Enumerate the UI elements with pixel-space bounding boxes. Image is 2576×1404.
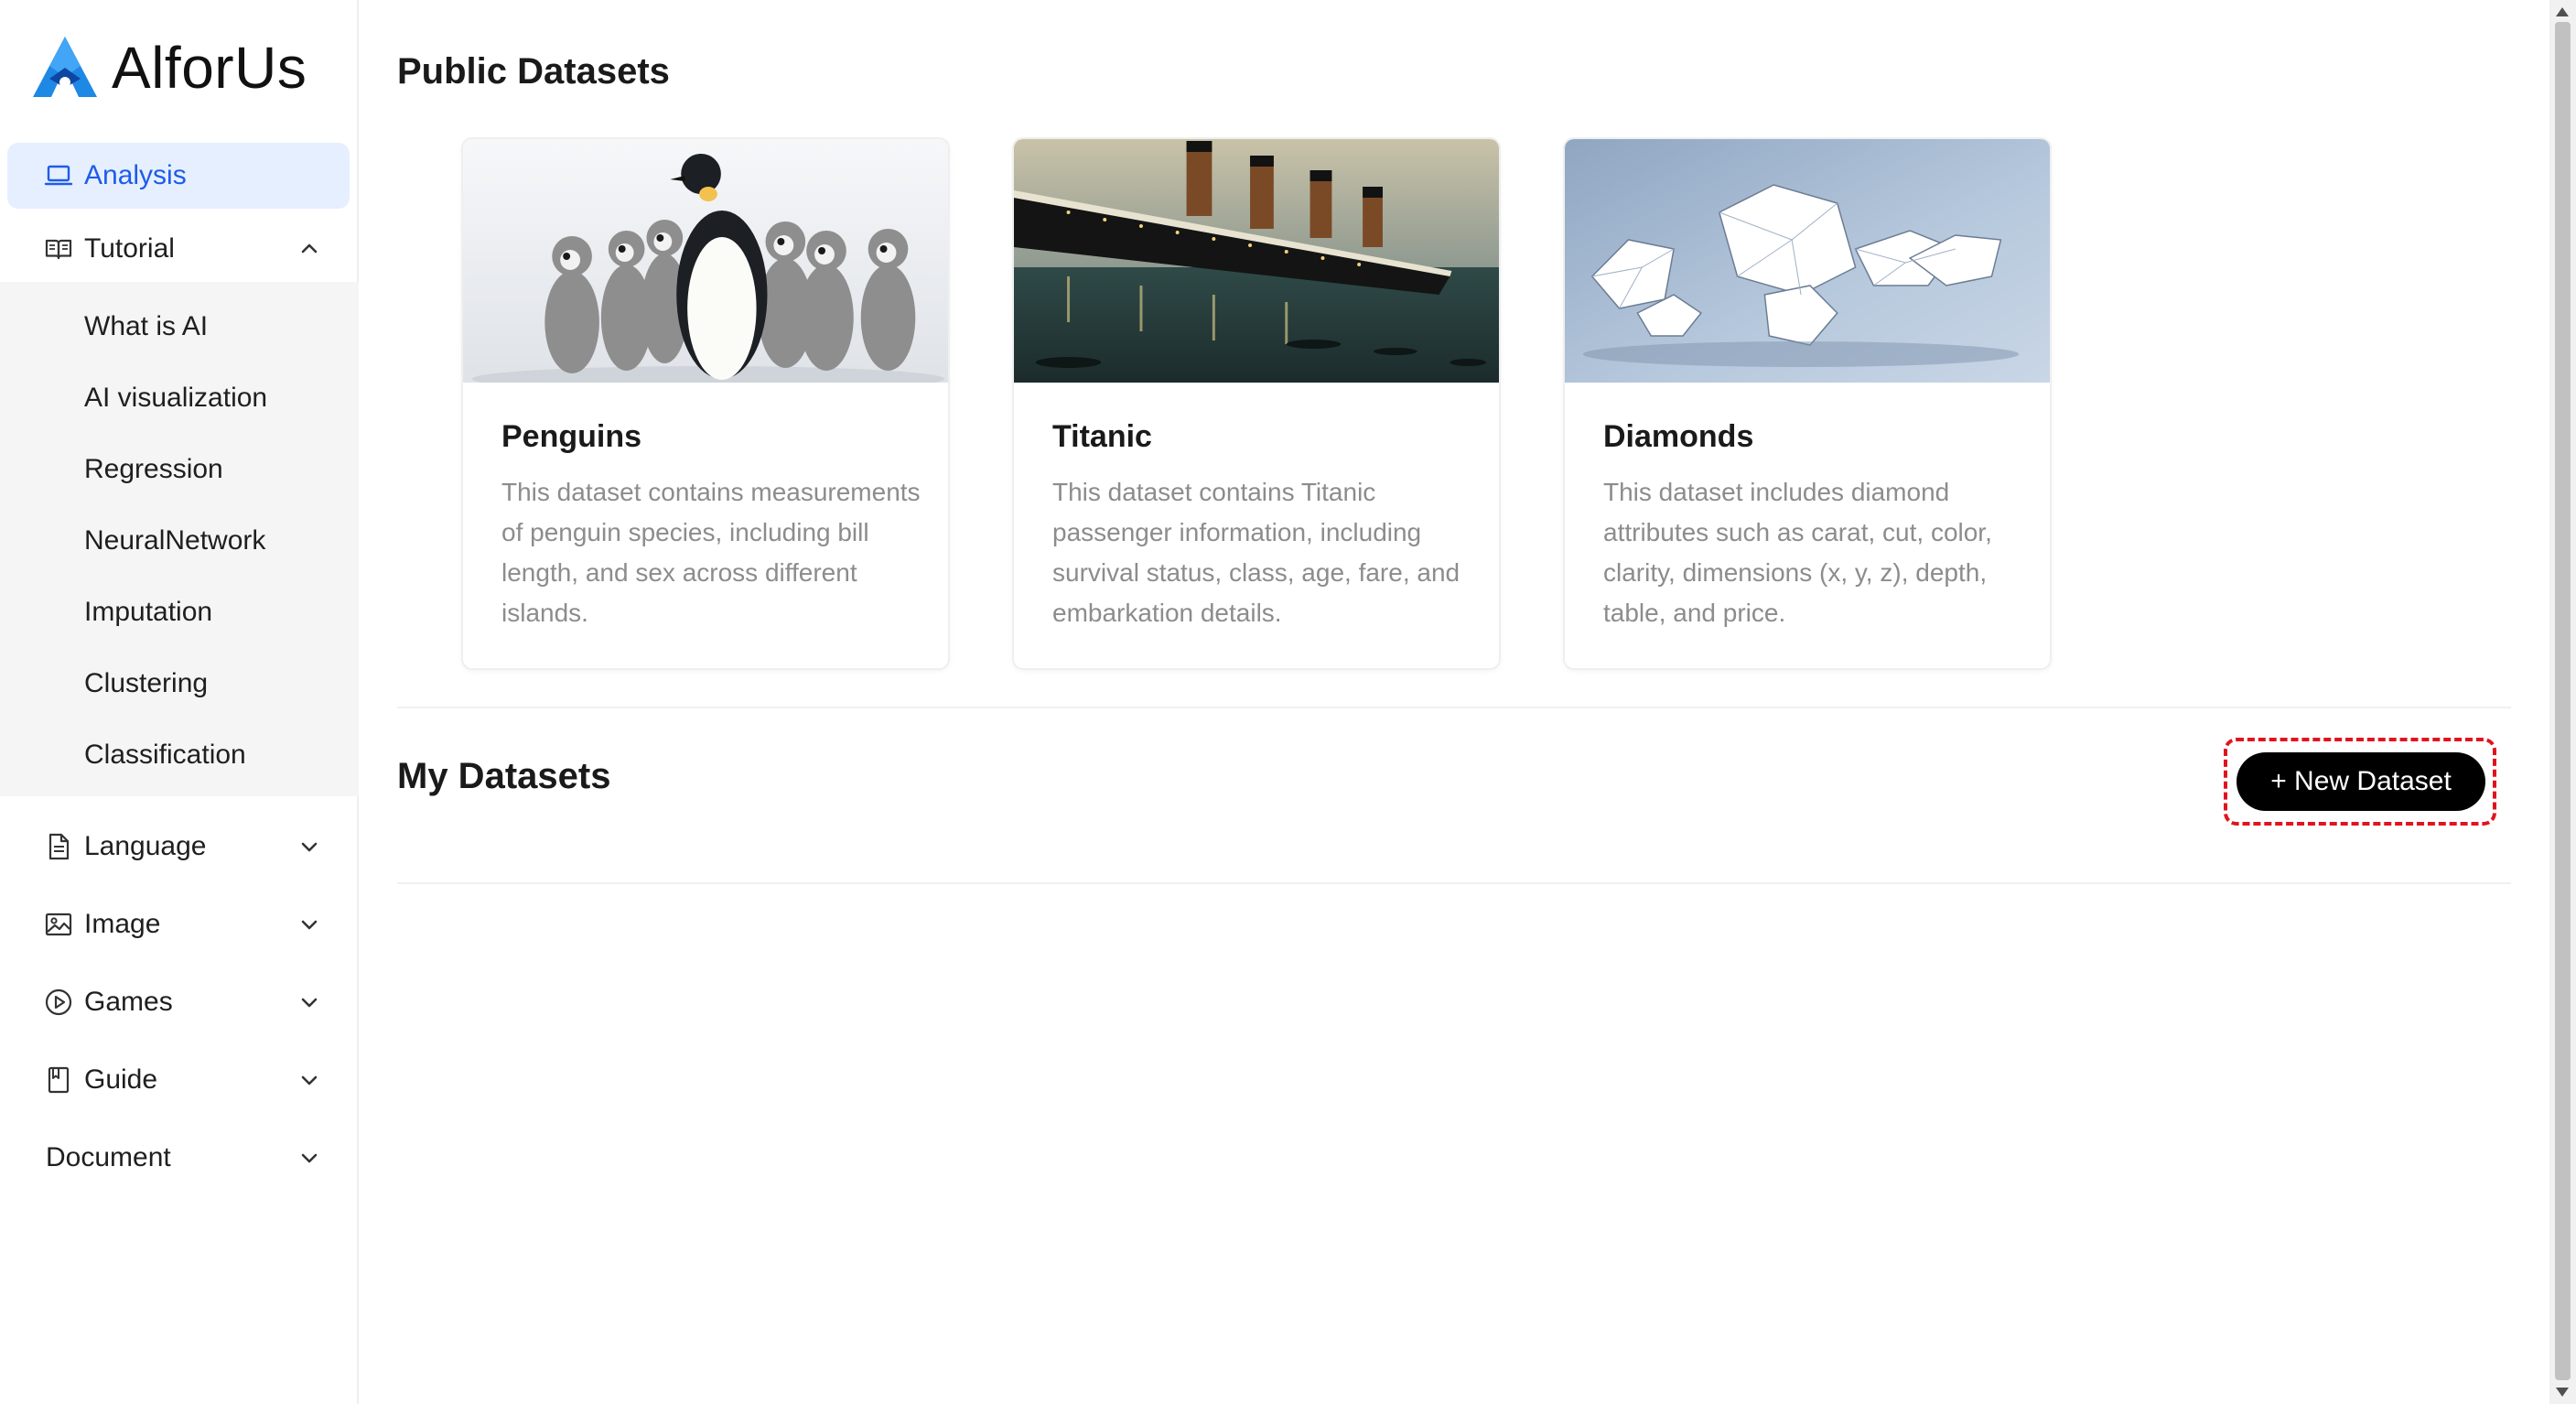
dataset-card-titanic[interactable]: Titanic This dataset contains Titanic pa… [1012,137,1501,670]
dataset-card-description: This dataset contains measurements of pe… [501,478,921,627]
chevron-down-icon [301,842,318,851]
sidebar-menu: Analysis Tutorial What is AI AI visualiz… [0,143,359,1196]
sidebar-subitem-imputation[interactable]: Imputation [0,577,359,648]
scroll-down-icon[interactable] [2556,1388,2569,1397]
sidebar-item-image[interactable]: Image [0,885,359,963]
alforus-logo-icon [33,37,97,97]
sidebar-subitem-regression[interactable]: Regression [0,434,359,505]
sidebar-subitem-classification[interactable]: Classification [0,719,359,791]
dataset-card-title: Diamonds [1603,419,1754,454]
chevron-up-icon [301,243,318,254]
dataset-card-penguins[interactable]: Penguins This dataset contains measureme… [461,137,950,670]
picture-icon [45,913,72,935]
chevron-down-icon [301,1153,318,1162]
dataset-card-diamonds[interactable]: Diamonds This dataset includes diamond a… [1563,137,2052,670]
chevron-down-icon [301,998,318,1007]
sidebar-item-label: Games [84,986,173,1017]
section-divider [397,707,2511,708]
book-open-icon [45,239,72,260]
diamonds-image [1565,139,2050,383]
scroll-thumb[interactable] [2555,22,2571,1380]
sidebar-item-language[interactable]: Language [0,807,359,885]
sidebar-item-document[interactable]: Document [0,1118,359,1196]
sidebar-item-analysis[interactable]: Analysis [7,143,350,209]
section-divider [397,882,2511,884]
dataset-card-description: This dataset contains Titanic passenger … [1052,478,1460,627]
sidebar-item-label: Tutorial [84,233,175,264]
sidebar-subitem-clustering[interactable]: Clustering [0,648,359,719]
sidebar-subitem-neuralnetwork[interactable]: NeuralNetwork [0,505,359,577]
chevron-down-icon [301,1075,318,1085]
titanic-image [1014,139,1499,383]
tutorial-submenu: What is AI AI visualization Regression N… [0,282,359,796]
sidebar-item-label: Document [46,1141,171,1172]
my-datasets-title: My Datasets [397,756,611,796]
main-content: Public Datasets Penguins This dataset co… [361,0,2549,1404]
laptop-icon [44,165,73,186]
document-icon [49,833,70,859]
sidebar-subitem-ai-visualization[interactable]: AI visualization [0,362,359,434]
scroll-up-icon[interactable] [2556,7,2569,16]
sidebar-subitem-what-is-ai[interactable]: What is AI [0,291,359,362]
dataset-card-title: Titanic [1052,419,1152,454]
bookmark-book-icon [48,1066,70,1093]
app-logo[interactable]: AlforUs [31,33,307,103]
play-circle-icon [45,988,72,1015]
sidebar-item-label: Language [84,830,207,861]
sidebar: AlforUs Analysis Tutorial What is AI AI … [0,0,359,1404]
dataset-card-description: This dataset includes diamond attributes… [1603,478,1992,627]
public-datasets-title: Public Datasets [397,51,670,92]
vertical-scrollbar[interactable] [2549,0,2576,1404]
penguins-image [463,139,948,383]
app-name: AlforUs [112,35,307,101]
sidebar-item-label: Analysis [84,160,187,190]
sidebar-item-guide[interactable]: Guide [0,1041,359,1118]
sidebar-item-games[interactable]: Games [0,963,359,1041]
chevron-down-icon [301,920,318,929]
sidebar-item-label: Image [84,908,161,939]
sidebar-item-tutorial[interactable]: Tutorial [0,216,359,282]
new-dataset-button[interactable]: + New Dataset [2236,752,2485,811]
dataset-card-title: Penguins [501,419,642,454]
sidebar-item-label: Guide [84,1064,158,1095]
